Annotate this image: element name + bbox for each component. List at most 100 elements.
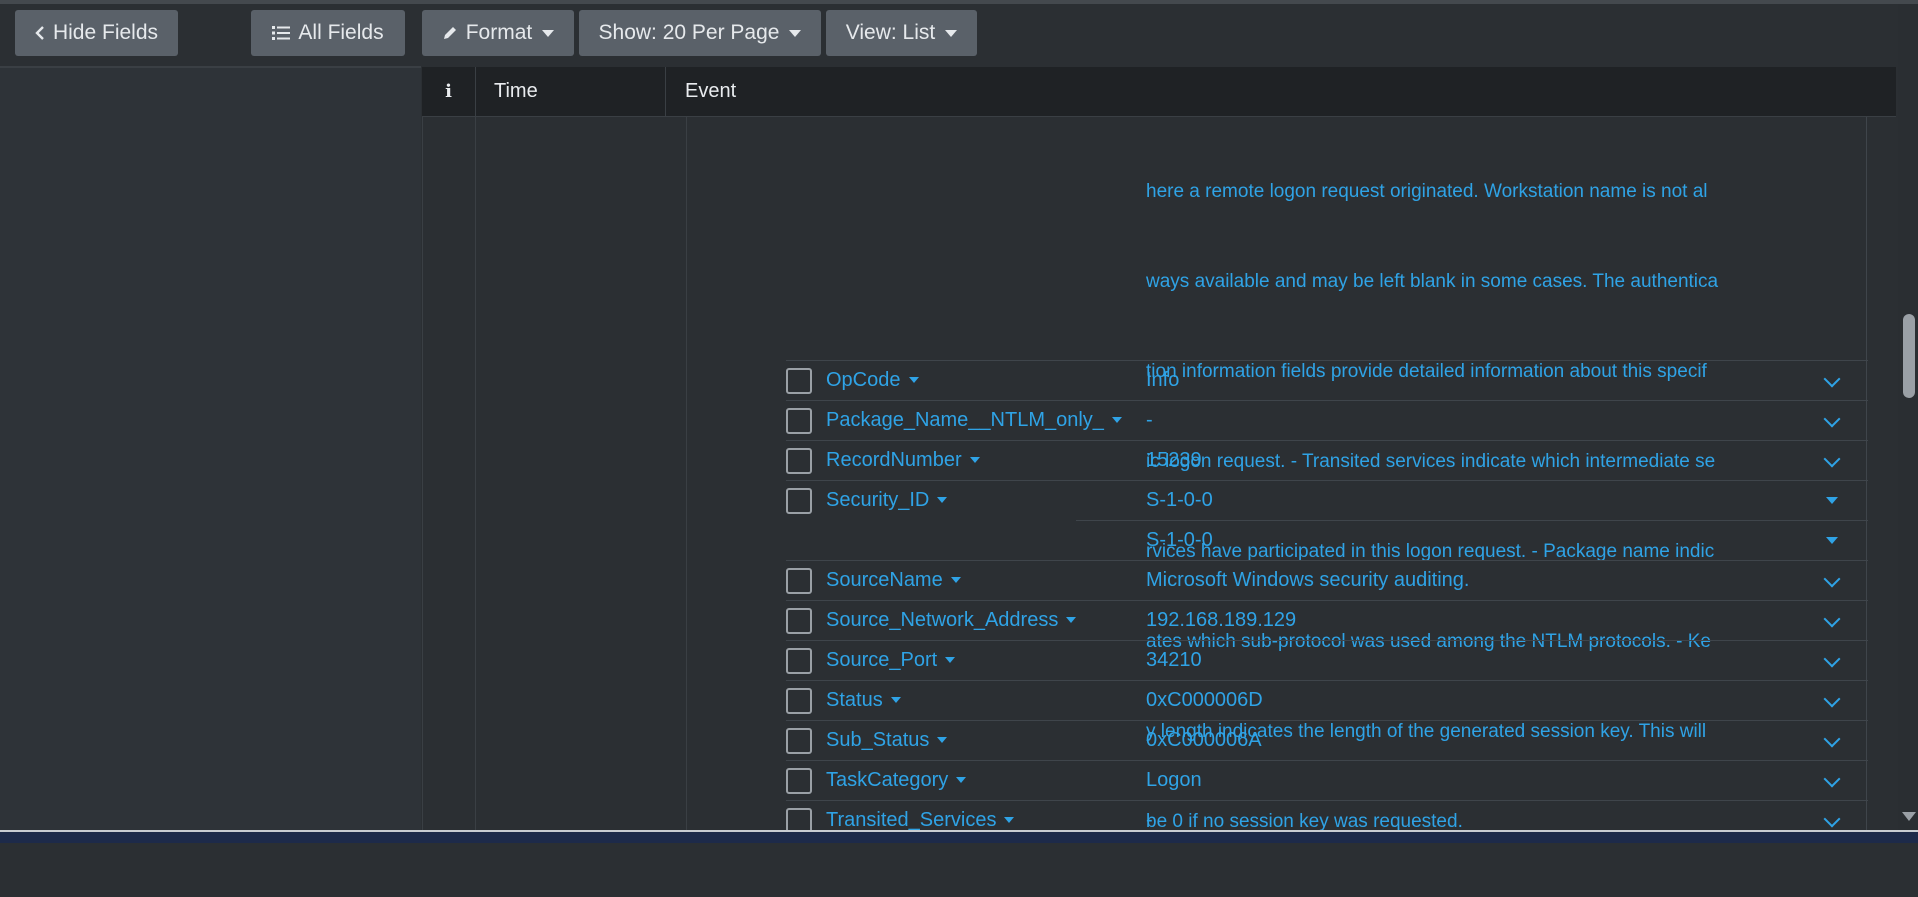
chevron-down-icon[interactable] — [1823, 450, 1841, 468]
field-row-source-network-address: Source_Network_Address 192.168.189.129 — [786, 600, 1868, 640]
show-per-page-dropdown[interactable]: Show: 20 Per Page — [579, 10, 821, 56]
field-name-text: OpCode — [826, 368, 901, 391]
field-row-status: Status 0xC000006D — [786, 680, 1868, 720]
field-checkbox[interactable] — [786, 408, 812, 434]
all-fields-button[interactable]: All Fields — [251, 10, 405, 56]
field-checkbox[interactable] — [786, 488, 812, 514]
field-name[interactable]: OpCode — [826, 360, 919, 400]
field-checkbox[interactable] — [786, 368, 812, 394]
chevron-down-icon[interactable] — [1823, 730, 1841, 748]
field-checkbox[interactable] — [786, 688, 812, 714]
field-name[interactable]: Source_Port — [826, 640, 956, 680]
list-icon — [272, 25, 291, 41]
pencil-icon — [442, 25, 458, 41]
view-mode-dropdown[interactable]: View: List — [826, 10, 977, 56]
taskbar-border — [0, 830, 1918, 832]
caret-down-icon — [937, 737, 948, 743]
chevron-down-icon[interactable] — [1823, 650, 1841, 668]
field-name-text: Package_Name__NTLM_only_ — [826, 408, 1104, 431]
field-name[interactable]: RecordNumber — [826, 440, 980, 480]
caret-down-icon — [945, 29, 958, 37]
caret-down-icon — [789, 29, 802, 37]
results-toolbar: Hide Fields All Fields Format Show: 20 P… — [0, 4, 1900, 66]
field-checkbox[interactable] — [786, 768, 812, 794]
caret-down-icon[interactable] — [1826, 497, 1838, 504]
field-checkbox[interactable] — [786, 608, 812, 634]
field-name[interactable]: TaskCategory — [826, 760, 967, 800]
chevron-down-icon[interactable] — [1823, 690, 1841, 708]
field-value[interactable]: S-1-0-0 — [1146, 480, 1213, 520]
hide-fields-label: Hide Fields — [52, 21, 159, 44]
time-column-header[interactable]: Time — [476, 67, 666, 116]
field-name[interactable]: Package_Name__NTLM_only_ — [826, 400, 1122, 440]
caret-down-icon — [937, 497, 948, 503]
os-taskbar — [0, 830, 1918, 843]
column-divider — [475, 117, 476, 843]
caret-down-icon — [1066, 617, 1077, 623]
chevron-down-icon[interactable] — [1823, 810, 1841, 828]
field-name[interactable]: Status — [826, 680, 901, 720]
scrollbar-thumb[interactable] — [1903, 314, 1915, 398]
field-checkbox[interactable] — [786, 568, 812, 594]
caret-down-icon — [890, 697, 901, 703]
field-value[interactable]: 192.168.189.129 — [1146, 600, 1296, 640]
format-button[interactable]: Format — [422, 10, 574, 56]
field-value[interactable]: 0xC000006D — [1146, 680, 1263, 720]
field-checkbox[interactable] — [786, 448, 812, 474]
view-mode-label: View: List — [845, 21, 936, 44]
field-row-task-category: TaskCategory Logon — [786, 760, 1868, 800]
chevron-down-icon[interactable] — [1823, 770, 1841, 788]
field-value[interactable]: Microsoft Windows security auditing. — [1146, 560, 1469, 600]
field-name-text: Source_Network_Address — [826, 608, 1059, 631]
field-value[interactable]: Logon — [1146, 760, 1202, 800]
field-value[interactable]: Info — [1146, 360, 1179, 400]
sidebar-divider — [0, 66, 421, 68]
chevron-down-icon[interactable] — [1823, 370, 1841, 388]
caret-down-icon[interactable] — [1826, 537, 1838, 544]
message-line: here a remote logon request originated. … — [1146, 181, 1708, 202]
message-line: ways available and may be left blank in … — [1146, 271, 1719, 292]
field-name[interactable]: SourceName — [826, 560, 961, 600]
field-name[interactable]: Security_ID — [826, 480, 948, 520]
field-name-text: Security_ID — [826, 488, 930, 511]
caret-down-icon — [908, 377, 919, 383]
field-name-text: Sub_Status — [826, 728, 930, 751]
caret-down-icon — [945, 657, 956, 663]
field-name[interactable]: Sub_Status — [826, 720, 948, 760]
field-value[interactable]: S-1-0-0 — [1146, 520, 1213, 560]
chevron-left-icon — [35, 25, 45, 41]
caret-down-icon — [950, 577, 961, 583]
caret-down-icon — [542, 29, 555, 37]
chevron-down-icon[interactable] — [1823, 570, 1841, 588]
field-row-opcode: OpCode Info — [786, 360, 1868, 400]
event-detail: here a remote logon request originated. … — [686, 117, 1868, 843]
show-per-page-label: Show: 20 Per Page — [598, 21, 780, 44]
info-column-header[interactable]: i — [422, 67, 476, 116]
field-name-text: SourceName — [826, 568, 943, 591]
vertical-scrollbar[interactable] — [1898, 4, 1918, 830]
field-value[interactable]: 0xC000006A — [1146, 720, 1262, 760]
hide-fields-button[interactable]: Hide Fields — [15, 10, 178, 56]
fields-sidebar — [0, 66, 421, 843]
chevron-down-icon[interactable] — [1823, 610, 1841, 628]
event-column-header[interactable]: Event — [667, 67, 736, 116]
chevron-down-icon[interactable] — [1823, 410, 1841, 428]
field-row-record-number: RecordNumber 15239 — [786, 440, 1868, 480]
field-row-source-port: Source_Port 34210 — [786, 640, 1868, 680]
field-name-text: Source_Port — [826, 648, 938, 671]
field-checkbox[interactable] — [786, 648, 812, 674]
field-row-package-name: Package_Name__NTLM_only_ - — [786, 400, 1868, 440]
field-value[interactable]: - — [1146, 400, 1153, 440]
field-name-text: RecordNumber — [826, 448, 962, 471]
column-divider — [422, 117, 423, 843]
field-name-text: Status — [826, 688, 883, 711]
caret-down-icon — [1004, 817, 1015, 823]
field-row-security-id-second: S-1-0-0 — [786, 520, 1868, 560]
field-value[interactable]: 34210 — [1146, 640, 1202, 680]
field-name[interactable]: Source_Network_Address — [826, 600, 1077, 640]
field-value[interactable]: 15239 — [1146, 440, 1202, 480]
scroll-down-arrow-icon[interactable] — [1902, 812, 1916, 821]
caret-down-icon — [956, 777, 967, 783]
all-fields-label: All Fields — [298, 21, 384, 44]
field-checkbox[interactable] — [786, 728, 812, 754]
